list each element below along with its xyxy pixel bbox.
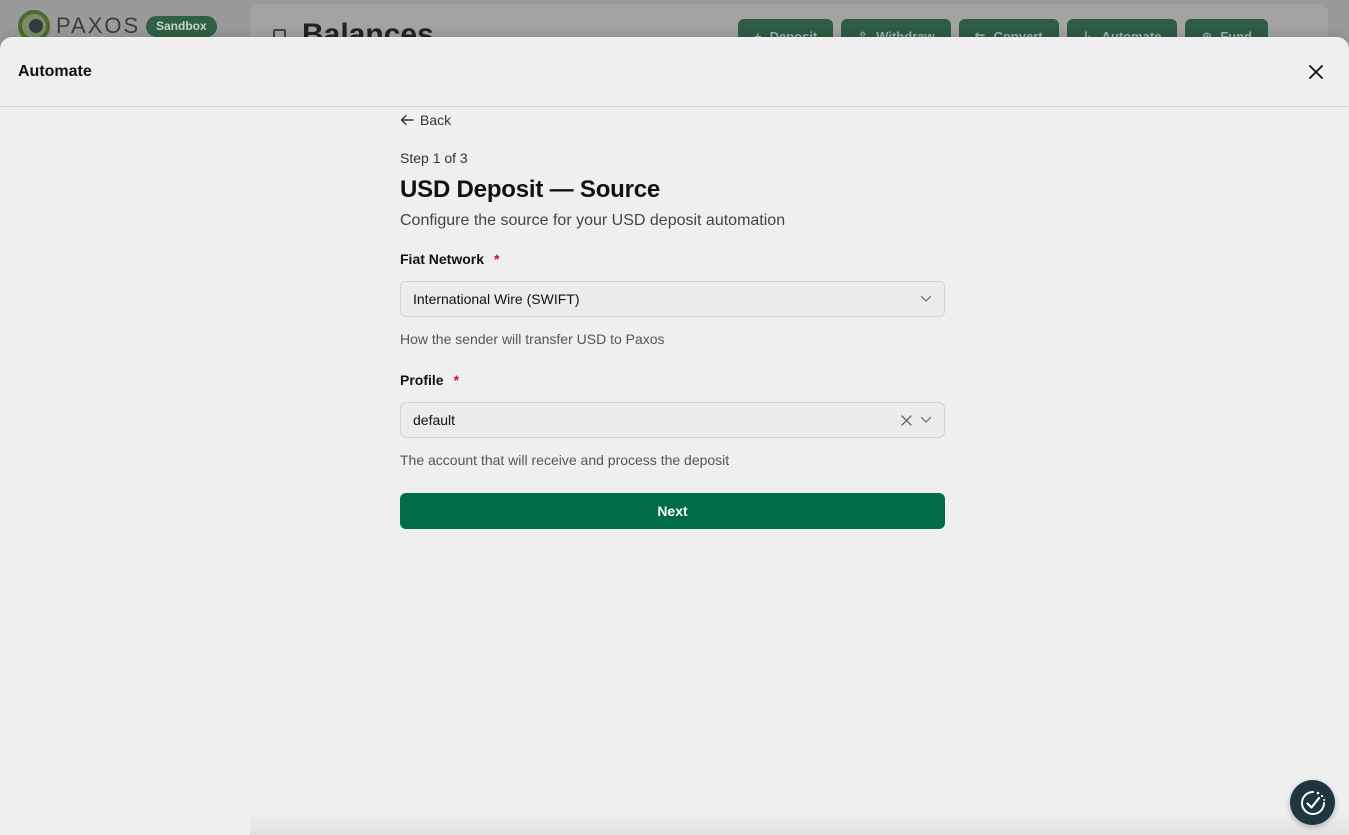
- profile-label: Profile *: [400, 372, 945, 388]
- check-sparkle-icon: [1300, 790, 1325, 815]
- close-icon: [1309, 64, 1323, 79]
- back-link[interactable]: Back: [400, 110, 945, 130]
- step-indicator: Step 1 of 3: [400, 150, 468, 166]
- profile-select[interactable]: default: [400, 402, 945, 438]
- back-label: Back: [420, 112, 452, 128]
- close-button[interactable]: [1304, 60, 1328, 84]
- profile-label-text: Profile: [400, 372, 444, 388]
- profile-value: default: [413, 412, 456, 428]
- arrow-left-icon: [400, 114, 414, 126]
- page-title: USD Deposit — Source: [400, 176, 661, 203]
- next-button[interactable]: Next: [400, 493, 945, 529]
- fiat-network-value: International Wire (SWIFT): [413, 291, 580, 307]
- chevron-down-icon: [920, 416, 932, 423]
- fiat-network-label: Fiat Network *: [400, 251, 945, 267]
- fiat-network-label-text: Fiat Network: [400, 251, 485, 267]
- required-marker: *: [453, 372, 460, 388]
- modal-header: Automate: [0, 37, 1349, 107]
- profile-field: Profile * default The account that will …: [400, 372, 945, 468]
- form-content: Back Step 1 of 3 USD Deposit — Source Co…: [400, 110, 945, 529]
- chevron-down-icon: [920, 295, 932, 302]
- fiat-network-helper: How the sender will transfer USD to Paxo…: [400, 331, 665, 347]
- sandbox-badge: Sandbox: [146, 16, 217, 37]
- clear-icon[interactable]: [901, 414, 912, 426]
- modal-title: Automate: [18, 62, 92, 80]
- accessibility-widget-button[interactable]: [1290, 780, 1335, 825]
- fiat-network-select[interactable]: International Wire (SWIFT): [400, 281, 945, 317]
- profile-helper: The account that will receive and proces…: [400, 452, 730, 468]
- bottom-shade: [250, 812, 1349, 835]
- fiat-network-field: Fiat Network * International Wire (SWIFT…: [400, 251, 945, 347]
- page-subtitle: Configure the source for your USD deposi…: [400, 212, 786, 229]
- paxos-logo-text: PAXOS: [56, 13, 141, 38]
- required-marker: *: [494, 251, 500, 267]
